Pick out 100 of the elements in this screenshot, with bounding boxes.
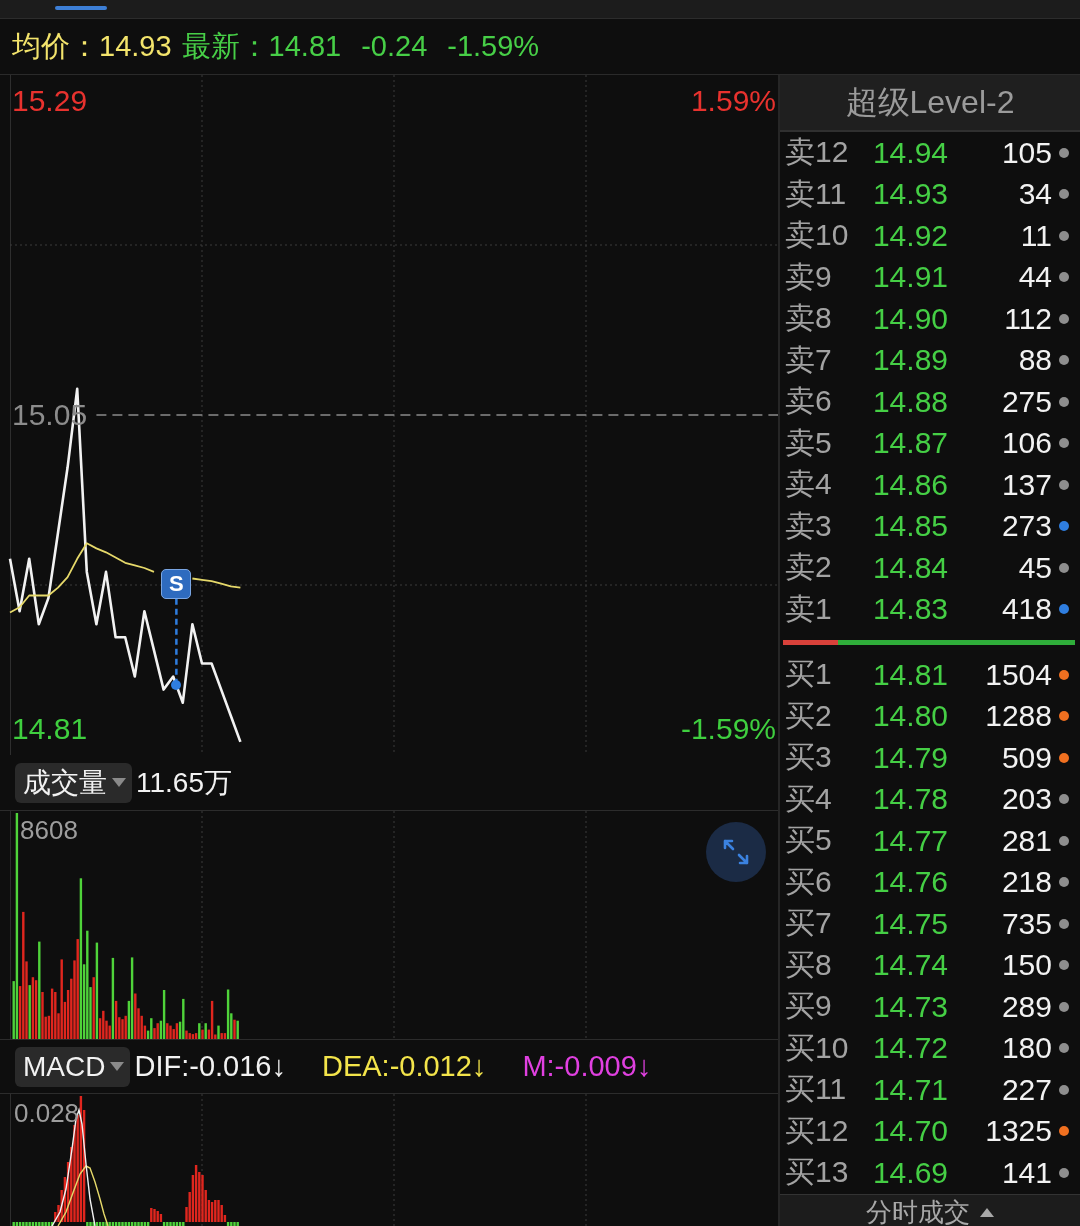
bid-volume: 289 (1001, 989, 1052, 1024)
bid-price: 14.77 (872, 823, 948, 858)
ask-volume: 105 (1001, 135, 1052, 170)
bid-price: 14.80 (872, 699, 948, 734)
bid-level-label: 买3 (785, 739, 833, 776)
tab-indicator (55, 6, 107, 10)
ask-volume: 273 (1001, 509, 1052, 544)
bid-level-label: 买7 (785, 905, 833, 942)
expand-icon (722, 838, 750, 866)
dea-line (57, 1165, 109, 1226)
ask-price: 14.84 (872, 550, 948, 585)
ask-volume: 34 (1018, 177, 1052, 212)
ask-level-label: 卖5 (785, 424, 833, 461)
bid-price: 14.74 (872, 948, 948, 983)
order-book-title: 超级Level-2 (780, 75, 1080, 132)
ask-level-label: 卖3 (785, 507, 833, 544)
ask-price: 14.88 (872, 384, 948, 419)
bid-volume: 141 (1001, 1155, 1052, 1190)
price-axis-label: 15.29 (12, 84, 88, 119)
bid-price: 14.72 (872, 1031, 948, 1066)
expand-button[interactable] (706, 822, 766, 882)
ask-price: 14.91 (872, 260, 948, 295)
bid-volume: 203 (1001, 782, 1052, 817)
bid-volume: 1325 (985, 1114, 1052, 1149)
bid-volume: 1288 (985, 699, 1052, 734)
average-price-value: 14.93 (99, 30, 172, 63)
caret-down-icon (112, 778, 126, 787)
percent-axis-label: -1.59% (680, 711, 776, 746)
ask-price: 14.86 (872, 467, 948, 502)
ask-volume: 106 (1001, 426, 1052, 461)
price-change-percent: -1.59% (447, 30, 540, 63)
ask-level-label: 卖1 (785, 590, 833, 627)
bid-level-label: 买5 (785, 822, 833, 859)
ask-level-label: 卖12 (785, 134, 850, 171)
bid-level-label: 买8 (785, 946, 833, 983)
ask-level-label: 卖11 (785, 175, 848, 212)
ask-price: 14.94 (872, 135, 948, 170)
ask-price: 14.85 (872, 509, 948, 544)
bid-volume: 735 (1001, 906, 1052, 941)
bid-price: 14.69 (872, 1155, 948, 1190)
ask-volume: 275 (1001, 384, 1052, 419)
bid-level-label: 买6 (785, 863, 833, 900)
ask-level-label: 卖9 (785, 258, 833, 295)
bid-price: 14.70 (872, 1114, 948, 1149)
ask-level-label: 卖2 (785, 549, 833, 586)
trades-toggle-button[interactable]: 分时成交 (780, 1193, 1080, 1226)
indicator-value: M:-0.009↓ (522, 1050, 652, 1083)
ask-volume: 137 (1001, 467, 1052, 502)
indicator-dropdown[interactable]: MACD (15, 1046, 131, 1087)
latest-price-label: 最新： (181, 28, 269, 64)
average-price-label: 均价： (12, 28, 99, 64)
bid-price: 14.79 (872, 740, 948, 775)
bid-volume: 281 (1001, 823, 1052, 858)
volume-total: 11.65万 (136, 765, 232, 800)
indicator-value: DIF:-0.016↓ (134, 1050, 286, 1083)
ask-level-label: 卖6 (785, 383, 833, 420)
indicator-value: DEA:-0.012↓ (321, 1050, 487, 1083)
bid-price: 14.76 (872, 865, 948, 900)
percent-axis-label: 1.59% (690, 84, 776, 119)
volume-max-label: 8608 (20, 815, 78, 845)
ask-price: 14.89 (872, 343, 948, 378)
ask-volume: 88 (1018, 343, 1052, 378)
ask-price: 14.90 (872, 301, 948, 336)
signal-point-icon (171, 680, 182, 691)
bid-price: 14.73 (872, 989, 948, 1024)
latest-price-value: 14.81 (268, 30, 342, 63)
bid-level-label: 买1 (785, 656, 833, 693)
signal-badge[interactable]: S (161, 568, 192, 599)
ask-volume: 112 (1004, 301, 1052, 336)
price-change: -0.24 (361, 30, 428, 63)
ask-level-label: 卖4 (785, 466, 833, 503)
bid-volume: 509 (1001, 740, 1052, 775)
bid-volume: 180 (1001, 1031, 1052, 1066)
ask-volume: 45 (1018, 550, 1052, 585)
bid-volume: 1504 (985, 657, 1052, 692)
bid-price: 14.78 (872, 782, 948, 817)
ask-price: 14.83 (872, 592, 948, 627)
bid-level-label: 买10 (785, 1029, 850, 1066)
bid-level-label: 买12 (785, 1112, 850, 1149)
bid-level-label: 买11 (785, 1071, 848, 1108)
bid-volume: 218 (1001, 865, 1052, 900)
ask-volume: 44 (1018, 260, 1052, 295)
ask-volume: 418 (1001, 592, 1052, 627)
ask-volume: 11 (1020, 218, 1052, 253)
indicator-dropdown[interactable]: 成交量 (15, 762, 132, 803)
bid-level-label: 买4 (785, 780, 833, 817)
bid-price: 14.81 (872, 657, 948, 692)
macd-max-label: 0.028 (14, 1098, 80, 1128)
bid-price: 14.75 (872, 906, 948, 941)
bid-volume: 150 (1001, 948, 1052, 983)
ask-level-label: 卖8 (785, 300, 833, 337)
ask-level-label: 卖7 (785, 341, 833, 378)
bid-volume: 227 (1001, 1072, 1052, 1107)
bid-level-label: 买9 (785, 988, 833, 1025)
bid-price: 14.71 (872, 1072, 948, 1107)
ask-price: 14.87 (872, 426, 948, 461)
caret-down-icon (110, 1062, 125, 1071)
bid-level-label: 买13 (785, 1154, 850, 1191)
price-axis-label: 14.81 (12, 711, 88, 746)
caret-up-icon (980, 1207, 994, 1217)
